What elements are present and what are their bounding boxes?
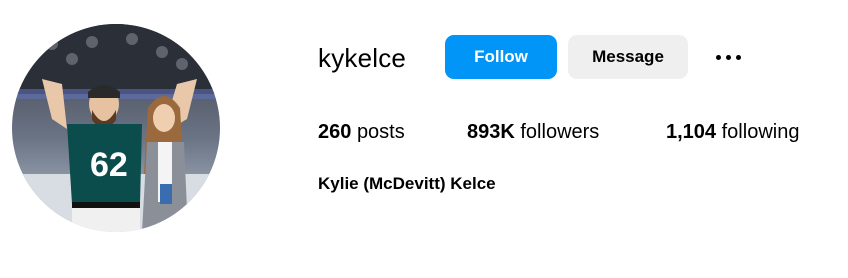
following-label: following: [721, 121, 800, 143]
following-count: 1,104: [666, 121, 717, 143]
follow-button[interactable]: Follow: [445, 35, 557, 79]
dot: [715, 54, 721, 60]
dot: [725, 54, 731, 60]
following-stat[interactable]: 1,104 following: [666, 118, 799, 146]
profile-username: kykelce: [318, 43, 407, 73]
dot: [735, 54, 741, 60]
profile-avatar[interactable]: 62: [12, 24, 220, 232]
profile-full-name: Kylie (McDevitt) Kelce: [318, 174, 496, 193]
message-button[interactable]: Message: [568, 35, 688, 79]
followers-count: 893K: [467, 121, 515, 143]
posts-label: posts: [356, 121, 405, 143]
more-options-icon[interactable]: [710, 47, 746, 67]
profile-photo: 62: [12, 24, 220, 232]
followers-label: followers: [520, 121, 600, 143]
posts-count: 260: [318, 121, 352, 143]
followers-stat[interactable]: 893K followers: [467, 118, 599, 146]
svg-text:62: 62: [90, 146, 128, 184]
posts-stat: 260 posts: [318, 118, 405, 146]
